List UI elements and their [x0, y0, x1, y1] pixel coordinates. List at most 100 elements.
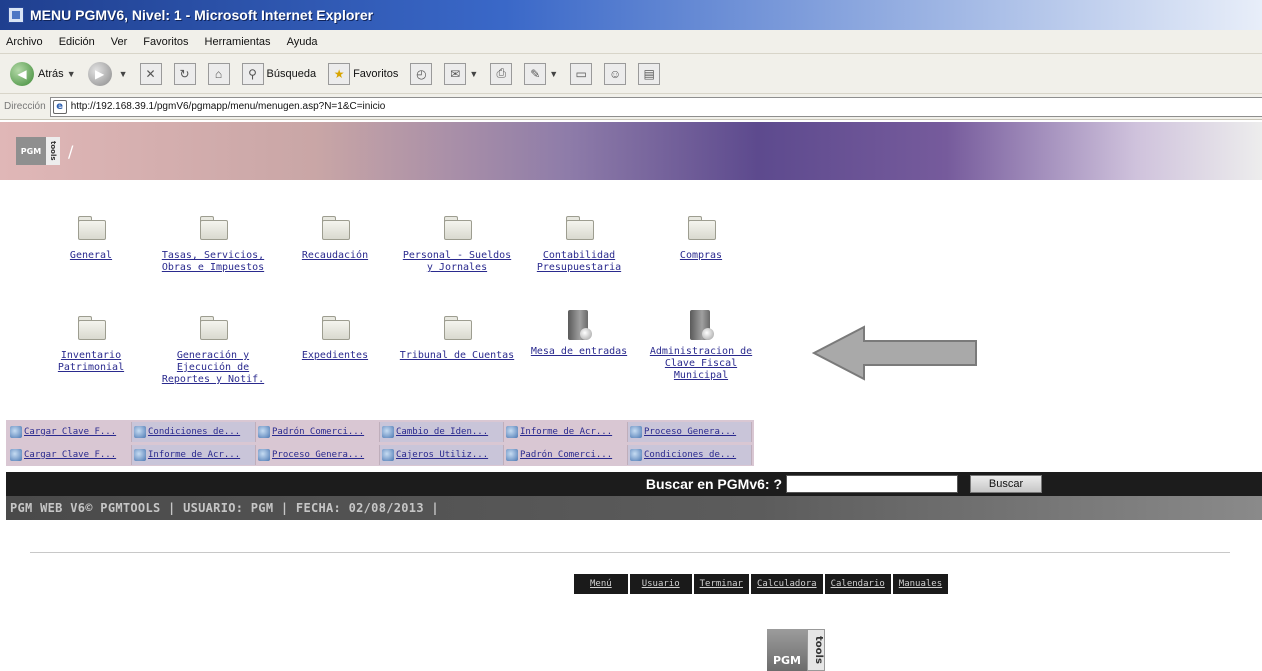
module-recaudacion[interactable]: Recaudación	[274, 210, 396, 310]
mail-dropdown-icon[interactable]: ▼	[469, 69, 478, 79]
folder-icon	[322, 316, 350, 340]
browser-menubar: Archivo Edición Ver Favoritos Herramient…	[0, 30, 1262, 54]
module-label[interactable]: Tasas, Servicios, Obras e Impuestos	[154, 250, 272, 274]
module-label[interactable]: Contabilidad Presupuestaria	[520, 250, 638, 274]
footer-link-usuario[interactable]: Usuario	[629, 574, 694, 594]
menu-herramientas[interactable]: Herramientas	[205, 36, 271, 48]
shortcut-label[interactable]: Padrón Comerci...	[520, 450, 612, 460]
shortcut-link[interactable]: Condiciones de...	[628, 444, 752, 465]
menu-archivo[interactable]: Archivo	[6, 36, 43, 48]
shortcut-link[interactable]: Cambio de Iden...	[380, 421, 504, 442]
search-input[interactable]	[786, 475, 958, 493]
pgmtools-logo[interactable]: PGM tools	[16, 137, 60, 165]
footer-link-calculadora[interactable]: Calculadora	[750, 574, 825, 594]
shortcut-label[interactable]: Cargar Clave F...	[24, 450, 116, 460]
research-button[interactable]: ▤	[638, 62, 661, 85]
module-label[interactable]: Inventario Patrimonial	[32, 350, 150, 374]
mail-button[interactable]: ✉ ▼	[444, 62, 478, 85]
shortcut-label[interactable]: Cambio de Iden...	[396, 427, 488, 437]
logo-tools: tools	[46, 137, 60, 165]
forward-arrow-icon: ▶	[87, 61, 112, 86]
footer-link-terminar[interactable]: Terminar	[693, 574, 751, 594]
module-tasas[interactable]: Tasas, Servicios, Obras e Impuestos	[152, 210, 274, 310]
module-label[interactable]: Compras	[680, 250, 722, 262]
footer-logo-tools: tools	[807, 629, 825, 671]
shortcut-label[interactable]: Condiciones de...	[644, 450, 736, 460]
module-label[interactable]: General	[70, 250, 112, 262]
search-button[interactable]: ⚲ Búsqueda	[241, 62, 316, 85]
app-header: PGM tools /	[0, 122, 1262, 180]
shortcut-label[interactable]: Proceso Genera...	[272, 450, 364, 460]
module-tribunal[interactable]: Tribunal de Cuentas	[396, 310, 518, 410]
stop-icon: ✕	[139, 62, 162, 85]
folder-icon	[444, 216, 472, 240]
favorites-label: Favoritos	[353, 67, 399, 80]
shortcut-link[interactable]: Proceso Genera...	[256, 444, 380, 465]
shortcut-label[interactable]: Informe de Acr...	[148, 450, 240, 460]
module-general[interactable]: General	[30, 210, 152, 310]
forward-dropdown-icon[interactable]: ▼	[119, 69, 128, 79]
forward-button[interactable]: ▶ ▼	[87, 61, 128, 86]
module-label[interactable]: Mesa de entradas	[531, 346, 627, 358]
module-label[interactable]: Generación y Ejecución de Reportes y Not…	[154, 350, 272, 386]
menu-edicion[interactable]: Edición	[59, 36, 95, 48]
module-menu-grid: General Tasas, Servicios, Obras e Impues…	[30, 210, 762, 410]
search-submit-button[interactable]: Buscar	[970, 475, 1042, 493]
module-contabilidad[interactable]: Contabilidad Presupuestaria	[518, 210, 640, 310]
edit-dropdown-icon[interactable]: ▼	[549, 69, 558, 79]
shortcut-label[interactable]: Proceso Genera...	[644, 427, 736, 437]
footer-link-calendario[interactable]: Calendario	[824, 574, 893, 594]
module-compras[interactable]: Compras	[640, 210, 762, 310]
module-label[interactable]: Expedientes	[302, 350, 368, 362]
print-button[interactable]: ⎙	[490, 62, 513, 85]
stop-button[interactable]: ✕	[139, 62, 162, 85]
messenger-button[interactable]: ☺	[604, 62, 627, 85]
shortcut-label[interactable]: Padrón Comerci...	[272, 427, 364, 437]
program-icon	[688, 310, 714, 342]
refresh-button[interactable]: ↻	[173, 62, 196, 85]
shortcut-link[interactable]: Condiciones de...	[132, 421, 256, 442]
shortcut-link[interactable]: Informe de Acr...	[504, 421, 628, 442]
status-bar: PGM WEB V6© PGMTOOLS | USUARIO: PGM | FE…	[6, 496, 1262, 520]
shortcut-link[interactable]: Cajeros Utiliz...	[380, 444, 504, 465]
back-button[interactable]: ◀ Atrás ▼	[10, 61, 76, 86]
menu-ayuda[interactable]: Ayuda	[287, 36, 318, 48]
browser-toolbar: ◀ Atrás ▼ ▶ ▼ ✕ ↻ ⌂ ⚲ Búsqueda ★ Favorit…	[0, 54, 1262, 94]
shortcut-link[interactable]: Cargar Clave F...	[8, 444, 132, 465]
discuss-button[interactable]: ▭	[570, 62, 593, 85]
address-url[interactable]: http://192.168.39.1/pgmV6/pgmapp/menu/me…	[71, 101, 386, 112]
shortcut-label[interactable]: Cajeros Utiliz...	[396, 450, 488, 460]
shortcut-link[interactable]: Informe de Acr...	[132, 444, 256, 465]
module-inventario[interactable]: Inventario Patrimonial	[30, 310, 152, 410]
breadcrumb[interactable]: /	[68, 142, 73, 161]
printer-icon: ⎙	[490, 62, 513, 85]
module-clave-fiscal[interactable]: Administracion de Clave Fiscal Municipal	[640, 310, 762, 410]
menu-ver[interactable]: Ver	[111, 36, 128, 48]
history-button[interactable]: ◴	[410, 62, 433, 85]
module-label[interactable]: Personal - Sueldos y Jornales	[398, 250, 516, 274]
favorites-button[interactable]: ★ Favoritos	[328, 62, 399, 85]
shortcut-label[interactable]: Informe de Acr...	[520, 427, 612, 437]
back-dropdown-icon[interactable]: ▼	[67, 69, 76, 79]
module-label[interactable]: Tribunal de Cuentas	[400, 350, 514, 362]
footer-link-manuales[interactable]: Manuales	[892, 574, 951, 594]
menu-favoritos[interactable]: Favoritos	[143, 36, 188, 48]
address-input[interactable]: e http://192.168.39.1/pgmV6/pgmapp/menu/…	[49, 96, 1262, 117]
shortcut-link[interactable]: Padrón Comerci...	[504, 444, 628, 465]
module-personal[interactable]: Personal - Sueldos y Jornales	[396, 210, 518, 310]
folder-icon	[322, 216, 350, 240]
module-label[interactable]: Recaudación	[302, 250, 368, 262]
shortcut-bar: Cargar Clave F... Condiciones de... Padr…	[6, 420, 754, 466]
module-label[interactable]: Administracion de Clave Fiscal Municipal	[642, 346, 760, 382]
shortcut-label[interactable]: Condiciones de...	[148, 427, 240, 437]
module-reportes[interactable]: Generación y Ejecución de Reportes y Not…	[152, 310, 274, 410]
home-button[interactable]: ⌂	[207, 62, 230, 85]
module-mesa-entradas[interactable]: Mesa de entradas	[518, 310, 640, 410]
shortcut-label[interactable]: Cargar Clave F...	[24, 427, 116, 437]
edit-button[interactable]: ✎ ▼	[524, 62, 558, 85]
shortcut-link[interactable]: Proceso Genera...	[628, 421, 752, 442]
footer-link-menu[interactable]: Menú	[574, 574, 630, 594]
shortcut-link[interactable]: Padrón Comerci...	[256, 421, 380, 442]
shortcut-link[interactable]: Cargar Clave F...	[8, 421, 132, 442]
module-expedientes[interactable]: Expedientes	[274, 310, 396, 410]
